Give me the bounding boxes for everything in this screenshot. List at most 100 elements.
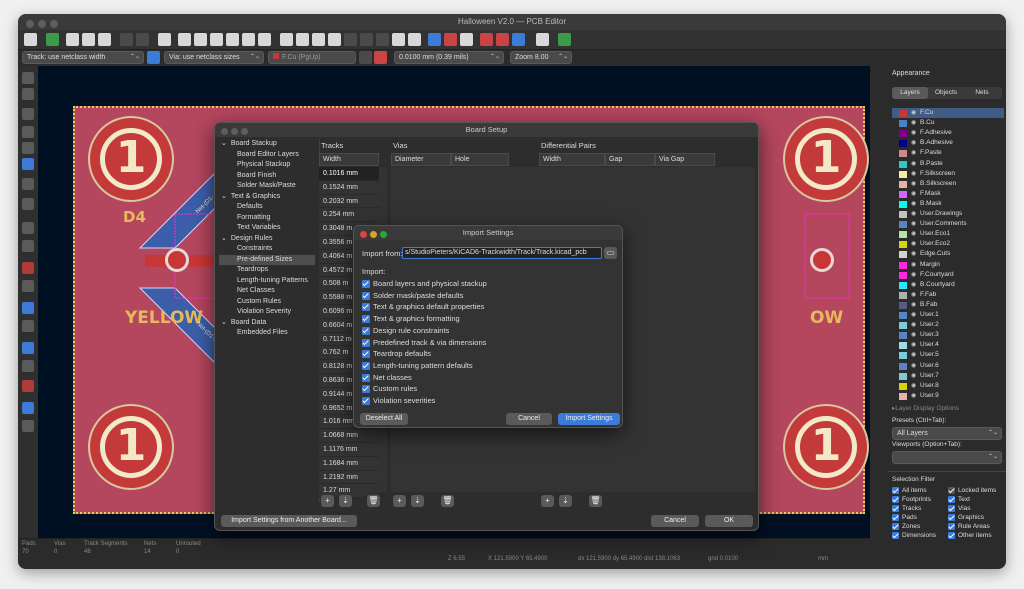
redo-icon[interactable] — [136, 33, 149, 46]
setup-tree-item[interactable]: Custom Rules — [219, 297, 315, 308]
eye-icon[interactable]: ◉ — [911, 249, 916, 259]
dialog-window-controls[interactable] — [221, 126, 251, 140]
layer-color-swatch[interactable] — [899, 251, 907, 259]
led-pad-right[interactable] — [810, 248, 834, 272]
setup-tree-item[interactable]: ⌄ Text & Graphics — [219, 192, 315, 203]
selection-filter-item[interactable]: Other items — [948, 531, 992, 540]
checkbox[interactable] — [948, 486, 955, 494]
folder-icon[interactable]: ▭ — [604, 247, 617, 259]
plugin-icon[interactable] — [558, 33, 571, 46]
layer-display-options[interactable]: ▸Layer Display Options — [892, 404, 959, 412]
via-size-select[interactable]: Via: use netclass sizes ⌃⌄ — [164, 51, 264, 64]
eye-icon[interactable]: ◉ — [911, 260, 916, 270]
checkbox[interactable] — [362, 291, 370, 300]
eye-icon[interactable]: ◉ — [911, 189, 916, 199]
checkbox[interactable] — [892, 522, 899, 530]
color-label[interactable]: YELLOW — [125, 308, 203, 328]
layer-row[interactable]: ◉ B.Silkscreen — [892, 179, 1004, 189]
console-icon[interactable] — [536, 33, 549, 46]
checkbox[interactable] — [362, 338, 370, 347]
layer-row[interactable]: ◉ User.9 — [892, 391, 1004, 401]
units-mil-icon[interactable] — [22, 142, 34, 154]
checkbox[interactable] — [948, 504, 955, 512]
eye-icon[interactable]: ◉ — [911, 361, 916, 371]
cursor-shape-icon[interactable] — [22, 178, 34, 190]
checkbox[interactable] — [362, 315, 370, 324]
import-option[interactable]: Predefined track & via dimensions — [362, 337, 486, 348]
eye-icon[interactable]: ◉ — [911, 118, 916, 128]
layer-color-swatch[interactable] — [899, 160, 907, 168]
eye-icon[interactable]: ◉ — [911, 310, 916, 320]
grid-overrides-icon[interactable] — [22, 88, 34, 100]
layer-color-swatch[interactable] — [899, 231, 907, 239]
reference-label[interactable]: D4 — [123, 208, 146, 226]
polar-coords-icon[interactable] — [22, 108, 34, 120]
selection-filter-item[interactable]: Footprints — [892, 495, 931, 504]
chevron-down-icon[interactable]: ⌄ — [221, 319, 227, 326]
layer-color-swatch[interactable] — [899, 241, 907, 249]
grid-toggle-icon[interactable] — [22, 72, 34, 84]
eye-icon[interactable]: ◉ — [911, 381, 916, 391]
checkbox[interactable] — [948, 513, 955, 521]
layer-row[interactable]: ◉ F.Courtyard — [892, 270, 1004, 280]
track-width-cell[interactable]: 0.2032 mm — [319, 194, 379, 209]
import-cancel-button[interactable]: Cancel — [506, 413, 552, 425]
layer-color-swatch[interactable] — [899, 150, 907, 158]
checkbox[interactable] — [362, 385, 370, 394]
setup-tree-item[interactable]: ⌄ Board Stackup — [219, 139, 315, 150]
import-option[interactable]: Text & graphics formatting — [362, 313, 460, 324]
board-setup-icon[interactable] — [46, 33, 59, 46]
import-option[interactable]: Board layers and physical stackup — [362, 278, 487, 289]
setup-tree-item[interactable]: Physical Stackup — [219, 160, 315, 171]
import-option[interactable]: Teardrop defaults — [362, 348, 431, 359]
import-option[interactable]: Custom rules — [362, 383, 417, 394]
checkbox[interactable] — [362, 280, 370, 289]
zone-fill-icon[interactable] — [22, 262, 34, 274]
selection-filter-item[interactable]: Vias — [948, 504, 971, 513]
presets-select[interactable]: All Layers ⌃⌄ — [892, 427, 1002, 440]
tab-layers[interactable]: Layers — [892, 87, 928, 99]
curved-ratsnest-icon[interactable] — [22, 240, 34, 252]
layer-row[interactable]: ◉ User.4 — [892, 340, 1004, 350]
3d-viewer-icon[interactable] — [22, 402, 34, 414]
net-highlight-icon[interactable] — [22, 380, 34, 392]
checkbox[interactable] — [362, 397, 370, 406]
layer-color-swatch[interactable] — [899, 301, 907, 309]
layer-row[interactable]: ◉ B.Mask — [892, 199, 1004, 209]
eye-icon[interactable]: ◉ — [911, 209, 916, 219]
layer-color-swatch[interactable] — [899, 200, 907, 208]
diff-via-gap-header[interactable]: Via Gap — [655, 153, 715, 166]
vias-diameter-header[interactable]: Diameter — [391, 153, 451, 166]
layer-row[interactable]: ◉ F.Silkscreen — [892, 169, 1004, 179]
layer-row[interactable]: ◉ User.Eco1 — [892, 229, 1004, 239]
eye-icon[interactable]: ◉ — [911, 138, 916, 148]
eye-icon[interactable]: ◉ — [911, 219, 916, 229]
selection-filter-item[interactable]: All items — [892, 486, 927, 495]
add-diff-pair-button[interactable]: + — [541, 495, 554, 507]
checkbox[interactable] — [892, 504, 899, 512]
setup-tree-item[interactable]: Text Variables — [219, 223, 315, 234]
checkbox[interactable] — [362, 361, 370, 370]
layer-row[interactable]: ◉ B.Cu — [892, 118, 1004, 128]
setup-tree-item[interactable]: Pre-defined Sizes — [219, 254, 315, 265]
checkbox[interactable] — [362, 303, 370, 312]
layer-color-swatch[interactable] — [899, 190, 907, 198]
drc-icon[interactable] — [480, 33, 493, 46]
chevron-down-icon[interactable]: ⌄ — [221, 193, 227, 200]
eye-icon[interactable]: ◉ — [911, 280, 916, 290]
layer-row[interactable]: ◉ User.Drawings — [892, 209, 1004, 219]
setup-tree-item[interactable]: ⌄ Board Data — [219, 318, 315, 329]
setup-tree-item[interactable]: Constraints — [219, 244, 315, 255]
selection-filter-item[interactable]: Tracks — [892, 504, 921, 513]
checkbox[interactable] — [948, 495, 955, 503]
layer-color-swatch[interactable] — [899, 291, 907, 299]
mounting-pad-bottom-right[interactable]: 1 — [785, 406, 867, 488]
eye-icon[interactable]: ◉ — [911, 270, 916, 280]
mirror-h-icon[interactable] — [312, 33, 325, 46]
vias-hole-header[interactable]: Hole — [451, 153, 509, 166]
delete-track-button[interactable]: 🗑 — [367, 495, 380, 507]
layer-select[interactable]: F.Cu (PgUp) — [268, 51, 356, 64]
layer-color-swatch[interactable] — [899, 170, 907, 178]
delete-via-button[interactable]: 🗑 — [441, 495, 454, 507]
selection-filter-item[interactable]: Graphics — [948, 513, 984, 522]
